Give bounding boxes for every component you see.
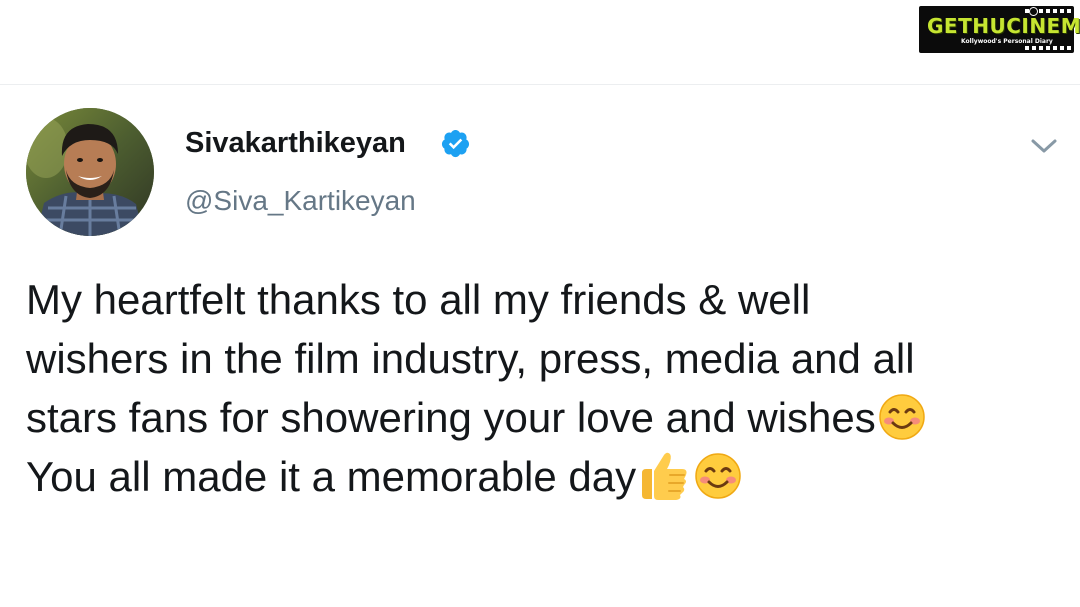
chevron-down-icon[interactable] <box>1030 137 1058 155</box>
user-handle[interactable]: @Siva_Kartikeyan <box>185 184 416 218</box>
tweet-text: My heartfelt thanks to all my friends & … <box>26 270 1056 506</box>
top-band <box>0 0 1080 85</box>
avatar[interactable] <box>26 108 154 236</box>
thumbs-up-emoji-icon <box>642 452 687 500</box>
verified-badge-icon <box>441 129 470 158</box>
avatar-image <box>26 108 154 236</box>
tweet-line: My heartfelt thanks to all my friends & … <box>26 276 811 323</box>
gethucinema-logo: GETHUCINEMA Kollywood's Personal Diary <box>919 6 1080 53</box>
smiling-face-emoji-icon <box>879 394 925 440</box>
logo-wordmark: GETHUCINEMA <box>927 14 1080 38</box>
logo-tagline: Kollywood's Personal Diary <box>961 38 1053 45</box>
tweet-line: stars fans for showering your love and w… <box>26 388 1056 447</box>
smiling-face-emoji-icon <box>695 453 741 499</box>
tweet-line: wishers in the film industry, press, med… <box>26 335 915 382</box>
display-name[interactable]: Sivakarthikeyan <box>185 126 406 160</box>
tweet-line: You all made it a memorable day <box>26 447 1056 506</box>
film-strip-bottom <box>1025 46 1071 50</box>
